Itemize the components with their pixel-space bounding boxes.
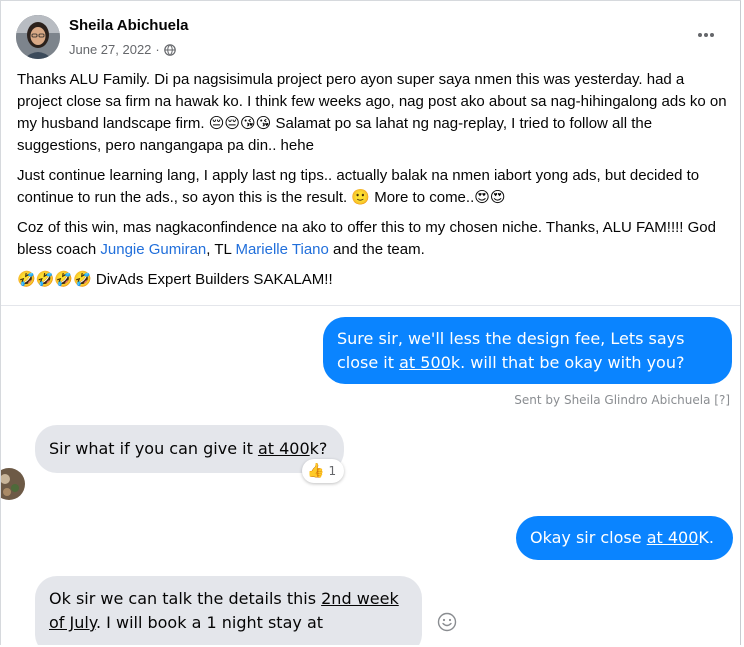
post-paragraph: 🤣🤣🤣🤣 DivAds Expert Builders SAKALAM!!: [17, 271, 333, 288]
avatar[interactable]: [16, 15, 60, 59]
smile-icon[interactable]: [437, 612, 457, 632]
chat-bubble-incoming: Sir what if you can give it at 400k?: [35, 425, 344, 473]
post-card: Sheila Abichuela June 27, 2022 · Thanks …: [0, 0, 741, 645]
message-text-underlined: at 400: [257, 439, 310, 458]
more-options-icon[interactable]: [692, 21, 720, 49]
globe-icon[interactable]: [163, 43, 176, 56]
message-text-underlined: at 400: [646, 528, 699, 547]
message-text: K.: [698, 528, 714, 547]
reaction-count: 1: [328, 464, 337, 478]
chat-bubble-incoming: Ok sir we can talk the details this 2nd …: [35, 576, 422, 645]
message-text-underlined: of July: [49, 613, 96, 632]
post-paragraph: Thanks ALU Family. Di pa nagsisimula pro…: [17, 71, 727, 154]
post-paragraph: Just continue learning lang, I apply las…: [17, 167, 700, 206]
chat-bubble-outgoing: Okay sir close at 400K.: [516, 516, 733, 560]
message-text: k. will that be okay with you?: [450, 353, 685, 372]
post-paragraph: Coz of this win, mas nagkaconfindence na…: [17, 217, 729, 261]
thumbs-up-icon: 👍: [307, 463, 325, 479]
message-text-underlined: at 500: [399, 353, 451, 372]
chat-bubble-outgoing: Sure sir, we'll less the design fee, Let…: [323, 317, 732, 384]
author-name[interactable]: Sheila Abichuela: [69, 17, 188, 34]
attached-screenshot[interactable]: Sure sir, we'll less the design fee, Let…: [1, 306, 740, 645]
post-body: Thanks ALU Family. Di pa nagsisimula pro…: [17, 69, 729, 299]
mention-link[interactable]: Jungie Gumiran: [100, 241, 206, 258]
message-reaction[interactable]: 👍 1: [302, 459, 345, 483]
message-text: Sir what if you can give it: [49, 439, 258, 458]
message-line: of July. I will book a 1 night stay at: [49, 611, 408, 635]
mention-link[interactable]: Marielle Tiano: [235, 241, 328, 258]
meta-separator: ·: [155, 42, 160, 57]
message-text: close it: [337, 353, 400, 372]
sent-by-label: Sent by Sheila Glindro Abichuela [?]: [514, 393, 730, 407]
contact-avatar: [1, 466, 27, 502]
message-text-underlined: 2nd week: [321, 589, 399, 608]
post-meta: June 27, 2022 ·: [69, 42, 176, 57]
message-text: k?: [309, 439, 328, 458]
message-text: Ok sir we can talk the details this: [49, 589, 322, 608]
post-date[interactable]: June 27, 2022: [69, 42, 151, 57]
message-text: Okay sir close: [530, 528, 647, 547]
message-line: Ok sir we can talk the details this 2nd …: [49, 587, 408, 611]
avatar-image: [16, 15, 60, 59]
message-text: . I will book a 1 night stay at: [96, 613, 324, 632]
paragraph-text: , TL: [206, 241, 236, 258]
post-header: Sheila Abichuela June 27, 2022 ·: [1, 1, 740, 71]
message-line: close it at 500k. will that be okay with…: [337, 351, 718, 375]
message-line: Sure sir, we'll less the design fee, Let…: [337, 329, 685, 348]
paragraph-text: and the team.: [328, 241, 425, 258]
